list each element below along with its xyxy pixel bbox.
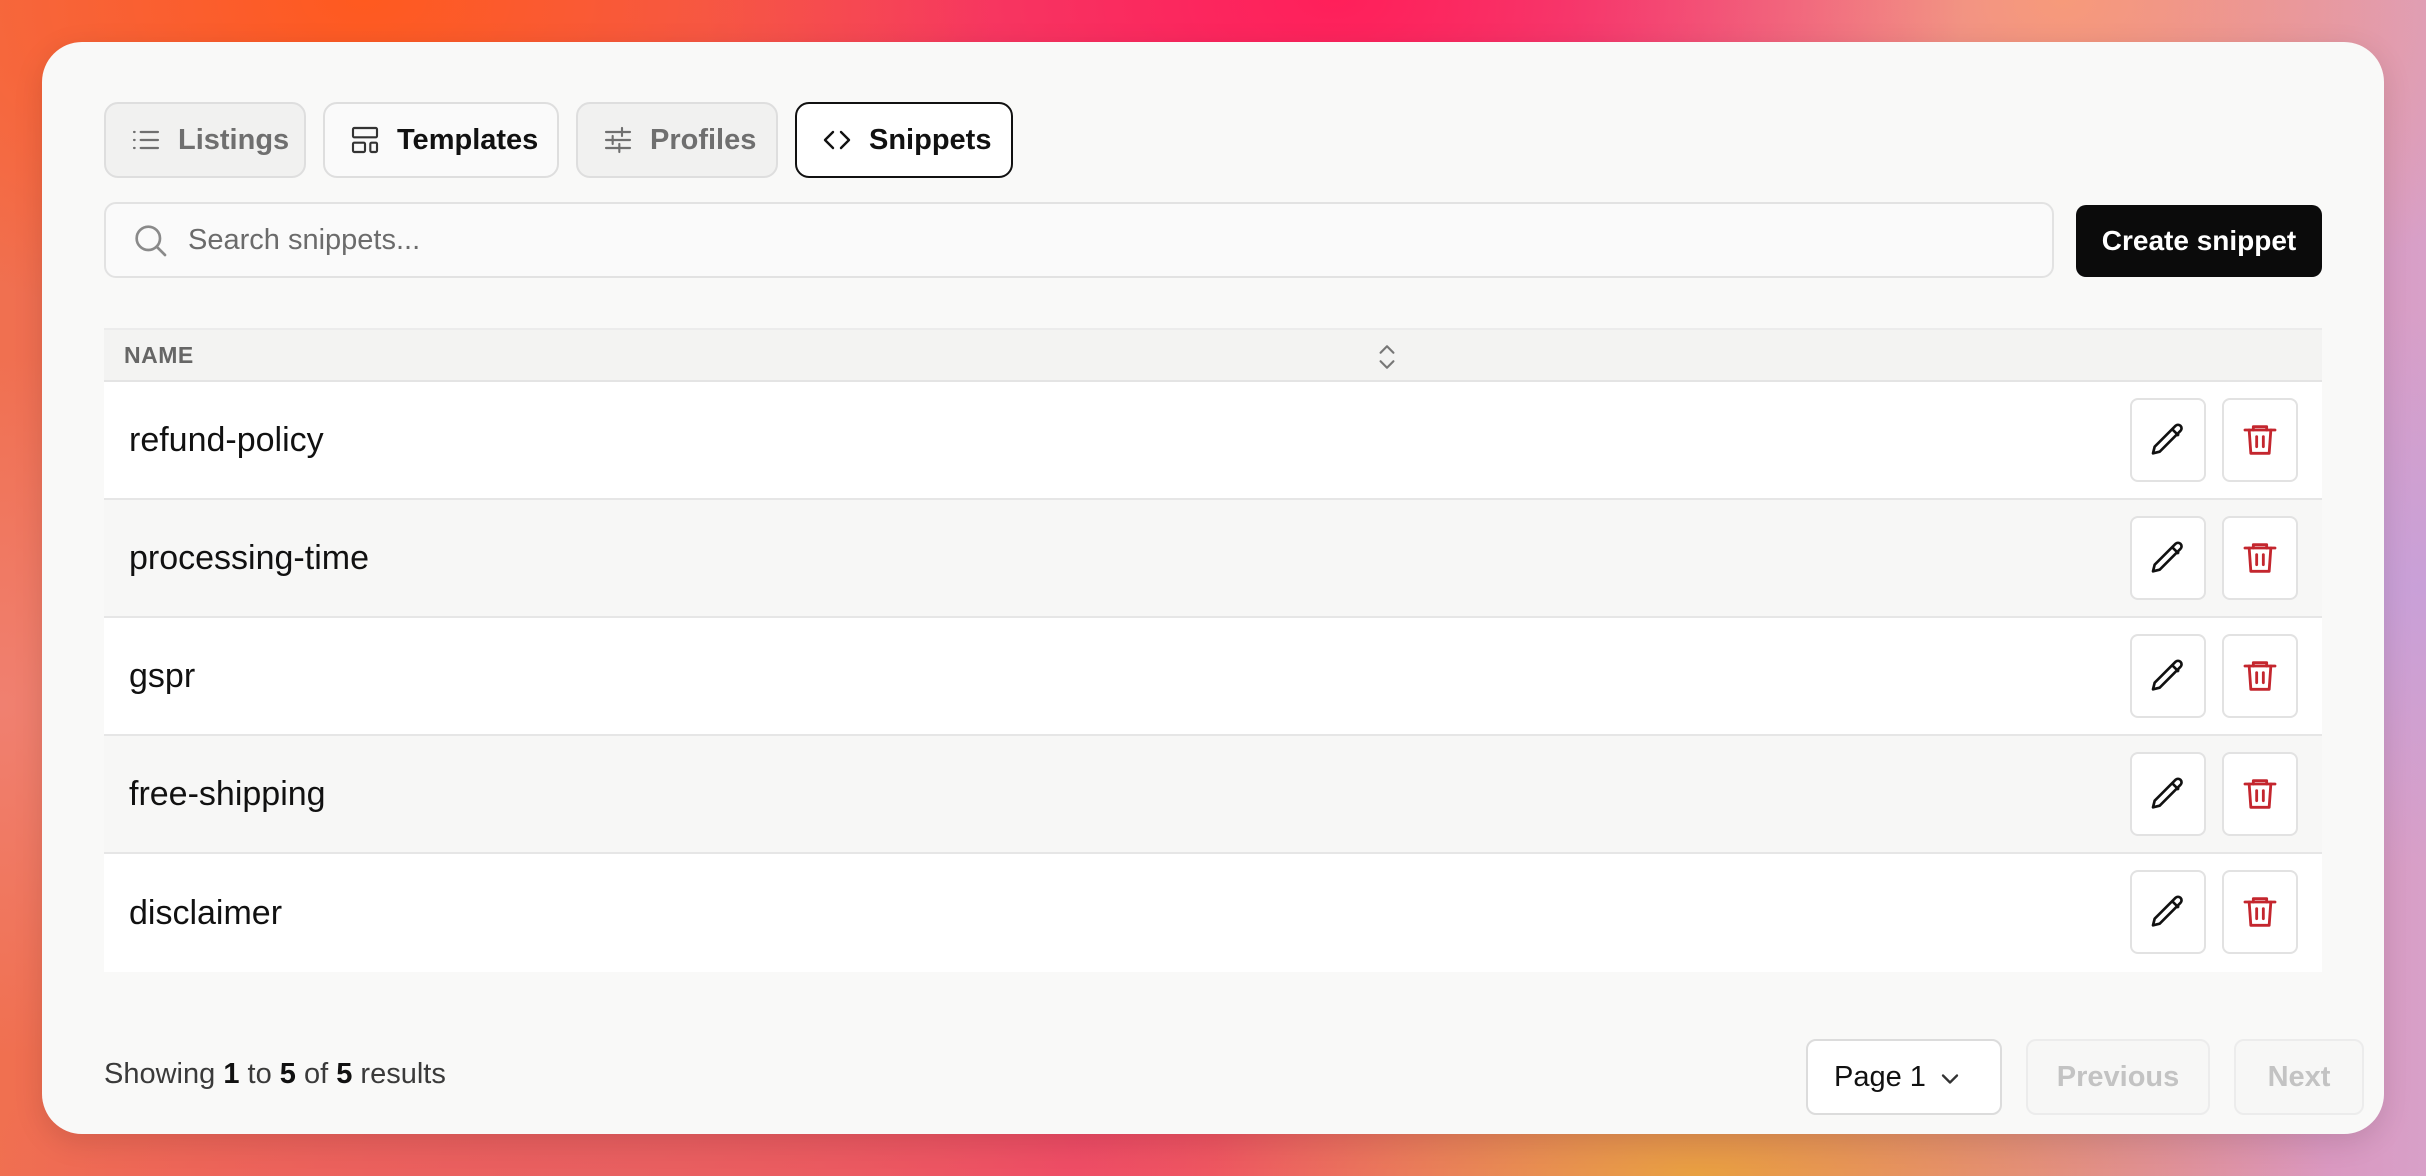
delete-button[interactable] <box>2222 870 2298 954</box>
table-row: gspr <box>104 618 2322 736</box>
snippet-name: disclaimer <box>129 893 283 932</box>
row-actions <box>2130 752 2298 836</box>
list-icon <box>130 124 162 156</box>
pencil-icon <box>2151 423 2183 455</box>
to-word: to <box>247 1058 272 1090</box>
search-icon <box>135 225 167 257</box>
table-row: refund-policy <box>104 382 2322 500</box>
row-actions <box>2130 398 2298 482</box>
layout-icon <box>349 124 381 156</box>
tab-listings[interactable]: Listings <box>104 102 306 178</box>
snippet-name: free-shipping <box>129 774 326 813</box>
table-row: free-shipping <box>104 736 2322 854</box>
results-to: 5 <box>279 1058 296 1090</box>
page-select-value: Page 1 <box>1834 1060 1926 1093</box>
table-row: processing-time <box>104 500 2322 618</box>
trash-icon <box>2243 897 2277 927</box>
tab-templates[interactable]: Templates <box>323 102 559 178</box>
edit-button[interactable] <box>2130 870 2206 954</box>
tab-label: Listings <box>178 123 290 156</box>
page-select[interactable]: Page 1 <box>1806 1039 2002 1115</box>
pencil-icon <box>2151 659 2183 691</box>
snippet-name: processing-time <box>129 538 369 577</box>
row-actions <box>2130 516 2298 600</box>
tab-label: Snippets <box>869 123 992 156</box>
tab-label: Templates <box>397 123 539 156</box>
of-word: of <box>303 1058 329 1090</box>
delete-button[interactable] <box>2222 516 2298 600</box>
create-snippet-button[interactable]: Create snippet <box>2076 205 2322 277</box>
delete-button[interactable] <box>2222 398 2298 482</box>
tab-label: Profiles <box>650 123 757 156</box>
previous-button[interactable]: Previous <box>2026 1039 2210 1115</box>
edit-button[interactable] <box>2130 634 2206 718</box>
trash-icon <box>2243 425 2277 455</box>
delete-button[interactable] <box>2222 634 2298 718</box>
pencil-icon <box>2151 895 2183 927</box>
results-word: results <box>360 1058 446 1090</box>
trash-icon <box>2243 543 2277 573</box>
row-actions <box>2130 634 2298 718</box>
chevron-down-icon <box>1941 1074 1959 1084</box>
trash-icon <box>2243 661 2277 691</box>
row-actions <box>2130 870 2298 954</box>
snippets-table: NAME refund-policy processing-time gspr … <box>104 328 2322 972</box>
results-from: 1 <box>223 1058 240 1090</box>
trash-icon <box>2243 779 2277 809</box>
pencil-icon <box>2151 777 2183 809</box>
delete-button[interactable] <box>2222 752 2298 836</box>
tab-profiles[interactable]: Profiles <box>576 102 778 178</box>
search-bar <box>104 202 2054 278</box>
tab-bar: Listings Templates Profiles Snippets <box>104 102 1013 178</box>
showing-prefix: Showing <box>104 1058 216 1090</box>
tab-snippets[interactable]: Snippets <box>795 102 1013 178</box>
results-summary: Showing 1 to 5 of 5 results <box>104 1058 446 1091</box>
pencil-icon <box>2151 541 2183 573</box>
code-icon <box>821 124 853 156</box>
edit-button[interactable] <box>2130 398 2206 482</box>
table-header: NAME <box>104 328 2322 382</box>
edit-button[interactable] <box>2130 752 2206 836</box>
search-input[interactable] <box>188 223 1988 257</box>
main-card: Listings Templates Profiles Snippets Sea… <box>42 42 2384 1134</box>
next-button[interactable]: Next <box>2234 1039 2364 1115</box>
edit-button[interactable] <box>2130 516 2206 600</box>
snippet-name: gspr <box>129 656 196 695</box>
snippet-name: refund-policy <box>129 420 324 459</box>
sort-icon[interactable] <box>1374 342 1400 372</box>
column-header-name[interactable]: NAME <box>124 342 194 369</box>
results-total: 5 <box>336 1058 353 1090</box>
table-row: disclaimer <box>104 854 2322 972</box>
sliders-icon <box>602 124 634 156</box>
